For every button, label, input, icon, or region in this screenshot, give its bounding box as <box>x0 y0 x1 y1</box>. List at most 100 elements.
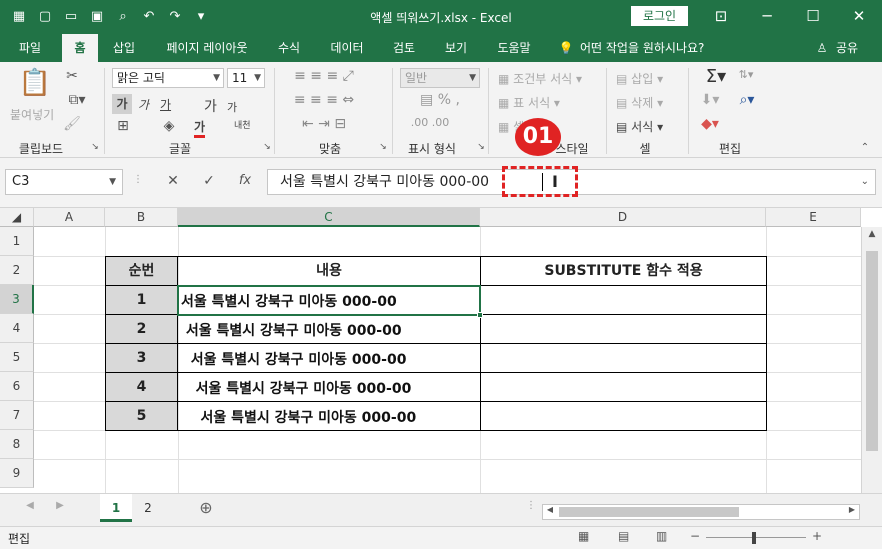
next-sheet-icon[interactable]: ▶ <box>52 500 68 511</box>
alignment-launcher-icon[interactable]: ↘ <box>378 142 388 152</box>
conditional-formatting-button[interactable]: ▦ 조건부 서식 ▾ <box>498 70 582 87</box>
paste-button-label[interactable]: 붙여넣기 <box>10 106 54 123</box>
cut-icon[interactable]: ✂ <box>62 68 82 84</box>
save-icon[interactable]: ▣ <box>86 6 108 28</box>
column-header-d[interactable]: D <box>480 208 766 227</box>
row-header-8[interactable]: 8 <box>0 430 34 459</box>
tab-file[interactable]: 파일 <box>8 34 52 62</box>
row-header-9[interactable]: 9 <box>0 459 34 488</box>
tab-data[interactable]: 데이터 <box>318 34 376 62</box>
column-header-a[interactable]: A <box>34 208 105 227</box>
add-sheet-icon[interactable]: ⊕ <box>196 498 216 517</box>
table-row-substitute-cell[interactable] <box>480 285 767 315</box>
table-row-seq[interactable]: 3 <box>105 343 178 373</box>
format-cells-button[interactable]: ▤ 서식 ▾ <box>616 118 663 135</box>
tab-review[interactable]: 검토 <box>382 34 426 62</box>
redo-icon[interactable]: ↷ <box>164 6 186 28</box>
cancel-icon[interactable]: ✕ <box>162 173 184 189</box>
row-header-3[interactable]: 3 <box>0 285 34 314</box>
vertical-scroll-thumb[interactable] <box>866 251 878 451</box>
align-top-icons[interactable]: ≡ ≡ ≡ ⤢ <box>282 68 366 84</box>
row-header-7[interactable]: 7 <box>0 401 34 430</box>
row-header-5[interactable]: 5 <box>0 343 34 372</box>
table-row-seq[interactable]: 4 <box>105 372 178 402</box>
border-icon[interactable]: ⊞ <box>114 118 132 134</box>
autosave-icon[interactable]: ▦ <box>8 6 30 28</box>
fill-handle[interactable] <box>477 312 483 318</box>
table-row-seq[interactable]: 1 <box>105 285 178 315</box>
format-painter-icon[interactable]: 🖌 <box>62 116 82 132</box>
sheet-tab-2[interactable]: 2 <box>134 494 162 522</box>
insert-function-icon[interactable]: fx <box>234 173 256 188</box>
fill-icon[interactable]: ⬇▾ <box>698 92 722 108</box>
login-button[interactable]: 로그인 <box>631 6 688 26</box>
page-layout-view-icon[interactable]: ▤ <box>618 529 629 543</box>
tell-me-search[interactable]: 어떤 작업을 원하시나요? <box>580 34 730 62</box>
table-header-content[interactable]: 내용 <box>177 256 481 286</box>
clipboard-launcher-icon[interactable]: ↘ <box>90 142 100 152</box>
clear-icon[interactable]: ◆▾ <box>698 116 722 132</box>
indent-icons[interactable]: ⇤ ⇥ ⊟ <box>282 116 366 132</box>
table-row-seq[interactable]: 5 <box>105 401 178 431</box>
scroll-right-icon[interactable]: ▶ <box>845 505 859 514</box>
open-folder-icon[interactable]: ▭ <box>60 6 82 28</box>
table-header-seq[interactable]: 순번 <box>105 256 178 286</box>
sheet-tab-1[interactable]: 1 <box>100 494 132 522</box>
paste-icon[interactable]: 📋 <box>18 68 52 102</box>
bold-button[interactable]: 가 <box>112 94 132 114</box>
scroll-up-icon[interactable]: ▲ <box>862 229 882 239</box>
tab-splitter-icon[interactable]: ⋮ <box>526 500 536 511</box>
sort-filter-icon[interactable]: ⇅▾ <box>734 68 758 81</box>
name-box[interactable]: C3 ▼ <box>5 169 123 195</box>
page-break-view-icon[interactable]: ▥ <box>656 529 667 543</box>
enter-icon[interactable]: ✓ <box>198 173 220 189</box>
undo-icon[interactable]: ↶ <box>138 6 160 28</box>
zoom-slider-thumb[interactable] <box>752 532 756 544</box>
autosum-icon[interactable]: Σ▾ <box>696 66 736 87</box>
new-file-icon[interactable]: ▢ <box>34 6 56 28</box>
font-name-select[interactable]: 맑은 고딕 ▼ <box>112 68 224 88</box>
tab-page-layout[interactable]: 페이지 레이아웃 <box>152 34 262 62</box>
horizontal-scroll-thumb[interactable] <box>559 507 739 517</box>
tab-formulas[interactable]: 수식 <box>268 34 310 62</box>
font-color-button[interactable]: 가 <box>194 118 206 138</box>
table-row-substitute-cell[interactable] <box>480 401 767 431</box>
table-row-substitute-cell[interactable] <box>480 372 767 402</box>
tab-home[interactable]: 홈 <box>62 34 98 62</box>
table-row-substitute-cell[interactable] <box>480 343 767 373</box>
font-size-select[interactable]: 11 ▼ <box>227 68 265 88</box>
copy-icon[interactable]: ⧉▾ <box>62 92 92 108</box>
tab-help[interactable]: 도움말 <box>486 34 542 62</box>
currency-percent-icons[interactable]: ▤ % , <box>400 92 480 108</box>
insert-cells-button[interactable]: ▤ 삽입 ▾ <box>616 70 663 87</box>
italic-button[interactable]: 가 <box>138 96 149 113</box>
row-header-2[interactable]: 2 <box>0 256 34 285</box>
decimal-icons[interactable]: .00 .00 <box>400 116 460 129</box>
number-format-select[interactable]: 일반 ▼ <box>400 68 480 88</box>
maximize-icon[interactable]: ☐ <box>790 0 836 34</box>
table-header-substitute[interactable]: SUBSTITUTE 함수 적용 <box>480 256 767 286</box>
table-row-seq[interactable]: 2 <box>105 314 178 344</box>
normal-view-icon[interactable]: ▦ <box>578 529 589 543</box>
align-horizontal-icons[interactable]: ≡ ≡ ≡ ⇔ <box>282 92 366 108</box>
table-row-substitute-cell[interactable] <box>480 314 767 344</box>
ribbon-display-icon[interactable]: ⊡ <box>698 0 744 34</box>
horizontal-scrollbar[interactable]: ◀ ▶ <box>542 504 860 520</box>
row-header-1[interactable]: 1 <box>0 227 34 256</box>
column-header-b[interactable]: B <box>105 208 178 227</box>
vertical-scrollbar[interactable]: ▲ <box>861 227 882 493</box>
fill-color-icon[interactable]: ◈ <box>160 118 178 134</box>
select-all-corner[interactable]: ◢ <box>0 208 34 227</box>
tab-insert[interactable]: 삽입 <box>104 34 144 62</box>
column-header-e[interactable]: E <box>766 208 861 227</box>
row-header-6[interactable]: 6 <box>0 372 34 401</box>
zoom-out-icon[interactable]: − <box>690 529 700 543</box>
font-launcher-icon[interactable]: ↘ <box>262 142 272 152</box>
prev-sheet-icon[interactable]: ◀ <box>22 500 38 511</box>
tab-view[interactable]: 보기 <box>434 34 478 62</box>
column-header-c[interactable]: C <box>178 208 480 227</box>
minimize-icon[interactable]: ─ <box>744 0 790 34</box>
scroll-left-icon[interactable]: ◀ <box>543 505 557 514</box>
underline-button[interactable]: 가 <box>160 96 171 113</box>
zoom-slider-track[interactable] <box>706 537 806 538</box>
